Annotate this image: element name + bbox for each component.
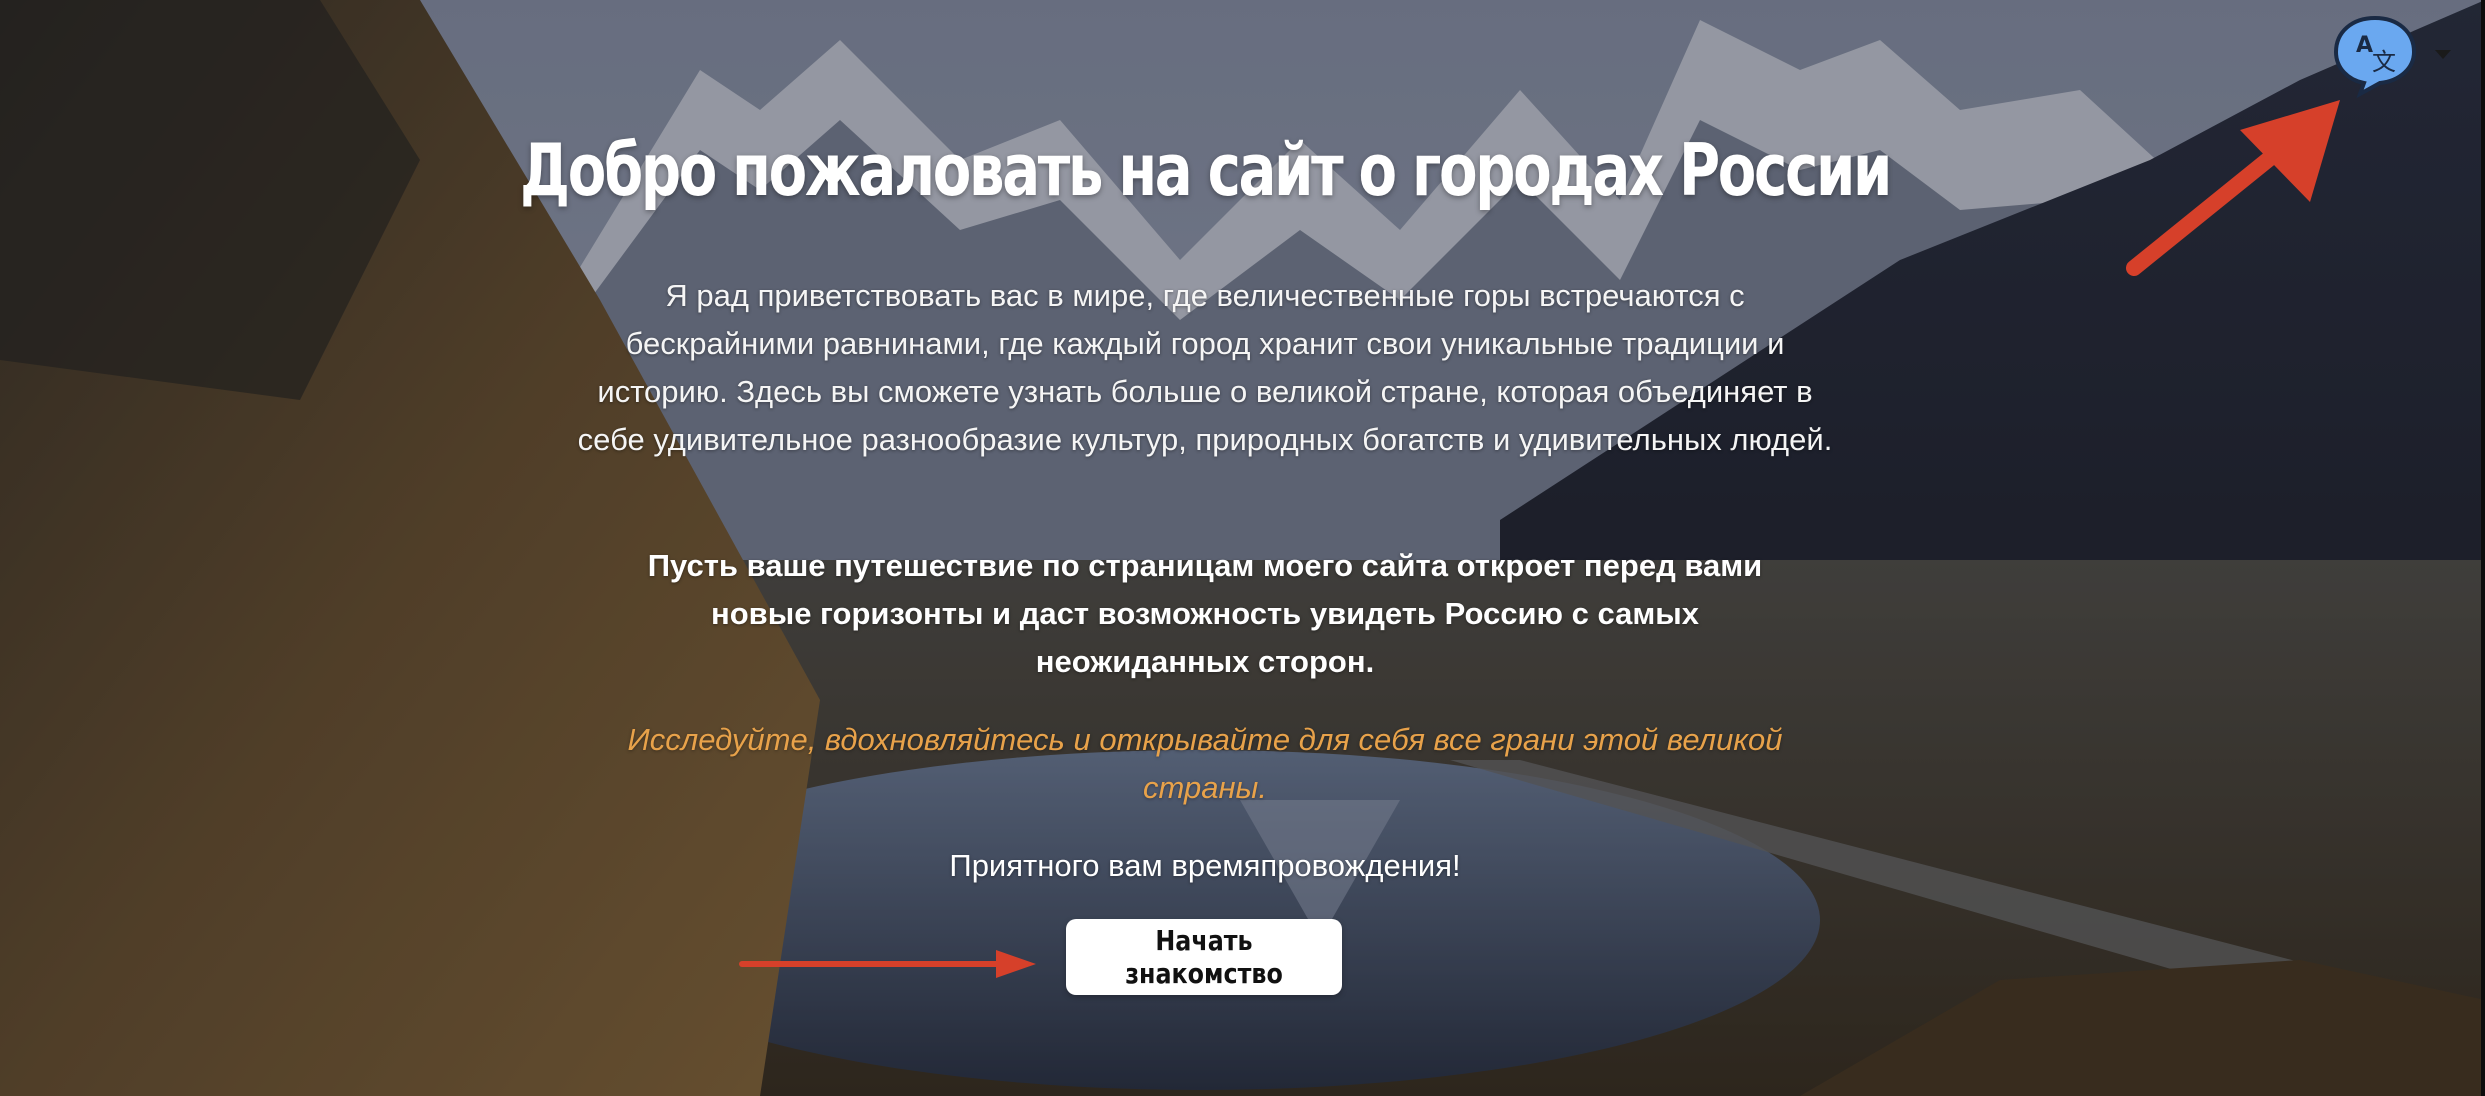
annotation-arrow-icon xyxy=(2126,100,2340,276)
hero-section: Добро пожаловать на сайт о городах Росси… xyxy=(0,0,2485,1096)
annotation-arrow-icon xyxy=(739,950,1036,978)
intro-paragraph: Я рад приветствовать вас в мире, где вел… xyxy=(577,278,1833,457)
svg-text:文: 文 xyxy=(2372,48,2396,76)
svg-text:A: A xyxy=(2356,33,2373,58)
chevron-down-icon[interactable] xyxy=(2435,50,2451,59)
translate-icon[interactable]: A 文 xyxy=(2330,12,2420,98)
page-title: Добро пожаловать на сайт о городах Росси… xyxy=(520,128,1892,212)
translate-widget[interactable]: A 文 xyxy=(2330,12,2460,100)
start-button[interactable]: Начать знакомство xyxy=(1066,919,1342,995)
explore-paragraph: Исследуйте, вдохновляйтесь и открывайте … xyxy=(627,722,1783,805)
enjoy-text: Приятного вам времяпровождения! xyxy=(949,848,1461,883)
journey-paragraph: Пусть ваше путешествие по страницам моег… xyxy=(647,548,1763,679)
start-button-label: Начать знакомство xyxy=(1125,924,1283,990)
window-edge xyxy=(2481,0,2485,1096)
